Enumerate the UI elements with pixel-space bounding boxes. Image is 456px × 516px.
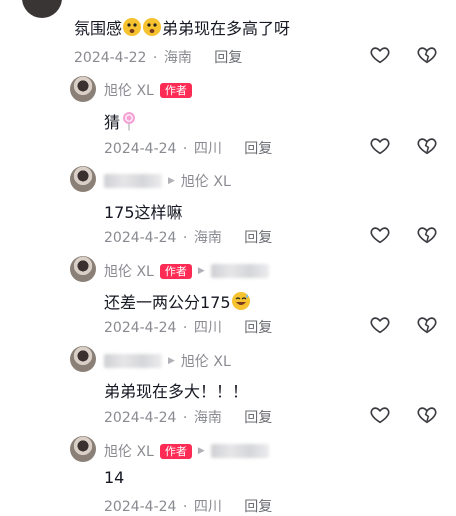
comment-date: 2024-4-22 [74, 50, 147, 66]
comment-item: 旭伦 XL 作者 ▶ 还差一两公分175 2024-4-24 · 四川 回复 [0, 256, 456, 346]
heart-outline-icon[interactable] [369, 224, 391, 246]
author-name[interactable]: 旭伦 XL [104, 261, 154, 281]
comment-meta: 2024-4-24 · 海南 回复 [104, 230, 273, 246]
reply-button[interactable]: 回复 [244, 410, 272, 426]
author-name[interactable]: 旭伦 XL [104, 80, 154, 100]
triangle-right-icon: ▶ [197, 446, 205, 456]
author-badge: 作者 [159, 263, 192, 279]
heart-outline-icon[interactable] [369, 44, 391, 66]
comment-meta: 2024-4-22 · 海南 回复 [74, 50, 243, 66]
comment-meta: 2024-4-24 · 四川 回复 [104, 499, 273, 515]
reply-to-name[interactable]: 旭伦 XL [181, 351, 231, 371]
comment-date: 2024-4-24 [104, 499, 177, 515]
comment-item: 旭伦 XL 作者 ▶ 14 2024-4-24 · 四川 回复 [0, 436, 456, 515]
reply-button[interactable]: 回复 [244, 320, 272, 336]
avatar[interactable] [22, 0, 62, 18]
comment-author[interactable]: 旭伦 XL 作者 ▶ [104, 261, 269, 281]
blurred-username [210, 264, 269, 278]
comment-text: 14 [104, 468, 125, 487]
author-name[interactable]: 旭伦 XL [104, 441, 154, 461]
comment-item: ▶ 旭伦 XL 175这样嘛 2024-4-24 · 海南 回复 [0, 166, 456, 256]
comment-item: 氛围感 弟弟现在多高了呀 2024-4-22 · 海南 回复 [0, 0, 456, 80]
broken-heart-icon[interactable] [416, 404, 438, 426]
triangle-right-icon: ▶ [168, 176, 175, 186]
avatar[interactable] [70, 436, 96, 462]
comment-date: 2024-4-24 [104, 410, 177, 426]
author-badge: 作者 [159, 443, 192, 459]
triangle-right-icon: ▶ [168, 356, 175, 366]
comment-location: 四川 [193, 499, 222, 515]
broken-heart-icon[interactable] [416, 135, 438, 157]
reply-button[interactable]: 回复 [244, 499, 272, 515]
astonished-face-emoji [122, 17, 142, 41]
avatar[interactable] [70, 346, 96, 372]
comment-location: 海南 [193, 230, 222, 246]
reply-to-name[interactable]: 旭伦 XL [181, 171, 231, 191]
avatar[interactable] [70, 76, 96, 102]
avatar[interactable] [70, 256, 96, 282]
comment-author[interactable]: 旭伦 XL 作者 ▶ [104, 441, 269, 461]
broken-heart-icon[interactable] [416, 224, 438, 246]
comment-date: 2024-4-24 [104, 230, 177, 246]
comment-meta: 2024-4-24 · 四川 回复 [104, 320, 273, 336]
avatar[interactable] [70, 166, 96, 192]
triangle-right-icon: ▶ [197, 266, 205, 276]
comment-date: 2024-4-24 [104, 141, 177, 157]
reply-button[interactable]: 回复 [214, 50, 242, 66]
grinning-sweat-emoji [231, 291, 251, 315]
reply-button[interactable]: 回复 [244, 141, 272, 157]
broken-heart-icon[interactable] [416, 44, 438, 66]
heart-outline-icon[interactable] [369, 135, 391, 157]
astonished-face-emoji [142, 17, 162, 41]
comment-text: 氛围感 弟弟现在多高了呀 [74, 15, 290, 41]
comment-item: 旭伦 XL 作者 猜 2024-4-24 · 四川 回复 [0, 76, 456, 166]
comment-text: 还差一两公分175 [104, 289, 251, 315]
comment-text: 175这样嘛 [104, 203, 183, 222]
broken-heart-icon[interactable] [416, 314, 438, 336]
comment-location: 四川 [193, 141, 222, 157]
blurred-username [210, 444, 269, 458]
blurred-username [104, 174, 162, 188]
comment-author[interactable]: ▶ 旭伦 XL [104, 171, 231, 191]
comment-text: 猜 [104, 109, 138, 135]
comment-text: 弟弟现在多大！！！ [104, 382, 249, 401]
reply-button[interactable]: 回复 [244, 230, 272, 246]
comment-meta: 2024-4-24 · 四川 回复 [104, 141, 273, 157]
heart-outline-icon[interactable] [369, 404, 391, 426]
comment-location: 海南 [193, 410, 222, 426]
blurred-username [104, 354, 162, 368]
author-badge: 作者 [159, 82, 192, 98]
comment-author[interactable]: 旭伦 XL 作者 [104, 80, 192, 100]
comment-author[interactable]: ▶ 旭伦 XL [104, 351, 231, 371]
comment-location: 四川 [193, 320, 222, 336]
heart-outline-icon[interactable] [369, 314, 391, 336]
comment-location: 海南 [163, 50, 192, 66]
comment-date: 2024-4-24 [104, 320, 177, 336]
comment-item: ▶ 旭伦 XL 弟弟现在多大！！！ 2024-4-24 · 海南 回复 [0, 346, 456, 436]
lollipop-emoji [120, 111, 138, 135]
comment-meta: 2024-4-24 · 海南 回复 [104, 410, 273, 426]
